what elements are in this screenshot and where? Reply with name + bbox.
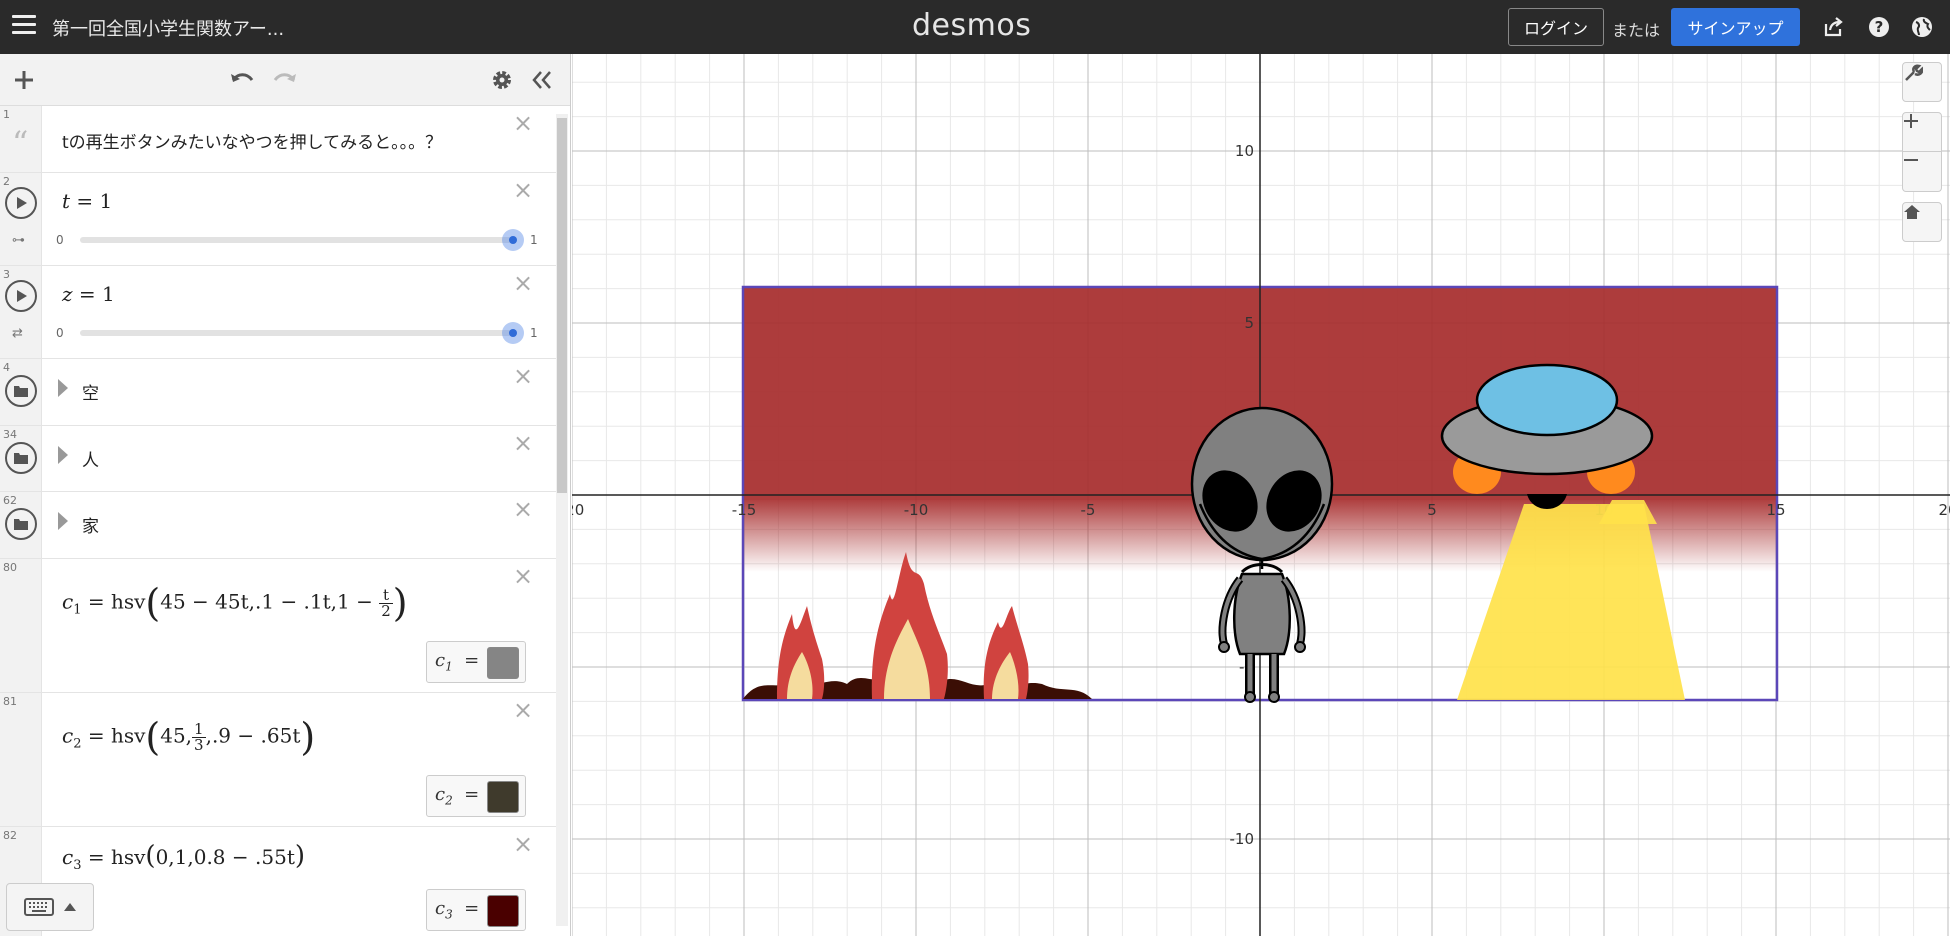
color-swatch[interactable] [487,647,519,679]
expression-slider-z[interactable]: 3 ⇄ z = 1 0 1 × [0,266,556,359]
loop-mode-icon[interactable]: ⊶ [12,233,25,248]
slider-thumb[interactable] [502,322,524,344]
folder-name[interactable]: 空 [82,379,99,404]
keyboard-toggle-button[interactable] [6,883,94,931]
caret-up-icon [64,903,76,911]
graph-paper[interactable]: -20-15-10-55101520105-5-10 [572,54,1950,936]
expression-c1[interactable]: 80 c1 = hsv(45 − 45t,.1 − .1t,1 − t 2) c1… [0,559,556,693]
x-tick-label: -20 [572,501,584,519]
slider-max[interactable]: 1 [530,233,538,247]
keyboard-icon [24,898,54,916]
plus-icon[interactable] [10,66,38,94]
svg-text:?: ? [1875,18,1884,36]
color-swatch[interactable] [487,781,519,813]
folder-name[interactable]: 家 [82,512,99,537]
play-icon[interactable] [5,280,37,312]
double-chevron-left-icon[interactable] [528,66,556,94]
hamburger-icon[interactable] [12,15,36,39]
variable-value: = 1 [76,189,113,213]
redo-icon[interactable] [271,66,299,94]
slider-track[interactable] [80,330,512,336]
zoom-out-button[interactable] [1902,152,1942,192]
share-icon[interactable] [1821,14,1847,40]
expand-arrow-icon[interactable] [58,446,68,464]
bounce-mode-icon[interactable]: ⇄ [12,326,23,341]
folder-icon[interactable] [5,375,37,407]
expand-arrow-icon[interactable] [58,379,68,397]
minus-icon [1904,159,1918,161]
help-icon[interactable]: ? [1866,14,1892,40]
color-swatch[interactable] [487,895,519,927]
delete-icon[interactable]: × [512,564,534,588]
play-icon[interactable] [5,187,37,219]
delete-icon[interactable]: × [512,497,534,521]
expression-math[interactable]: c1 = hsv(45 − 45t,.1 − .1t,1 − t 2) [62,581,408,625]
expression-slider-t[interactable]: 2 ⊶ t = 1 0 1 × [0,173,556,266]
color-swatch-c1[interactable]: c1 = [426,641,526,683]
folder-house[interactable]: 62 家 × [0,492,556,559]
undo-icon[interactable] [228,66,256,94]
expression-toolbar [0,54,570,106]
slider-min[interactable]: 0 [56,326,64,340]
expression-math[interactable]: c3 = hsv(0,1,0.8 − .55t) [62,841,305,873]
folder-name[interactable]: 人 [82,446,99,471]
y-tick-label: 5 [1244,314,1254,332]
signup-button[interactable]: サインアップ [1671,8,1800,46]
x-tick-label: 20 [1938,501,1950,519]
globe-icon[interactable] [1909,14,1935,40]
wrench-icon[interactable] [1902,62,1942,102]
slider-max[interactable]: 1 [530,326,538,340]
expression-gutter: 1 “ [0,106,42,172]
slider-min[interactable]: 0 [56,233,64,247]
fire-drawing [743,552,1092,699]
expression-math[interactable]: c2 = hsv(45, 1 3 ,.9 − .65t) [62,715,315,759]
folder-sky[interactable]: 4 空 × [0,359,556,426]
x-tick-label: -15 [732,501,757,519]
x-tick-label: -5 [1081,501,1096,519]
variable-value: = 1 [78,282,115,306]
document-title[interactable]: 第一回全国小学生関数アー... [52,15,284,41]
x-tick-label: 15 [1766,501,1785,519]
color-swatch-c2[interactable]: c2 = [426,775,526,817]
top-bar: 第一回全国小学生関数アー... desmos ログイン または サインアップ ? [0,0,1950,54]
variable-name: t [62,189,71,213]
expression-scrollbar[interactable] [556,114,568,926]
folder-icon[interactable] [5,508,37,540]
delete-icon[interactable]: × [512,271,534,295]
delete-icon[interactable]: × [512,111,534,135]
note-quote-icon: “ [12,124,29,162]
color-swatch-c3[interactable]: c3 = [426,889,526,931]
delete-icon[interactable]: × [512,832,534,856]
expand-arrow-icon[interactable] [58,512,68,530]
or-label: または [1612,21,1661,40]
slider-thumb[interactable] [502,229,524,251]
expression-c2[interactable]: 81 c2 = hsv(45, 1 3 ,.9 − .65t) c2 = × [0,693,556,827]
delete-icon[interactable]: × [512,178,534,202]
variable-name: z [62,282,73,306]
folder-person[interactable]: 34 人 × [0,426,556,492]
note-text[interactable]: tの再生ボタンみたいなやつを押してみると。。。？ [62,128,442,153]
plus-icon [1904,114,1918,128]
slider-track[interactable] [80,237,512,243]
expression-note[interactable]: 1 “ tの再生ボタンみたいなやつを押してみると。。。？ × [0,106,556,173]
login-button[interactable]: ログイン [1508,8,1604,46]
expression-list: 1 “ tの再生ボタンみたいなやつを押してみると。。。？ × 2 ⊶ t = 1… [0,106,556,936]
gear-icon[interactable] [488,66,516,94]
y-tick-label: 10 [1235,142,1254,160]
delete-icon[interactable]: × [512,431,534,455]
folder-icon[interactable] [5,442,37,474]
desmos-logo: desmos [912,8,1032,43]
y-tick-label: -10 [1230,830,1255,848]
delete-icon[interactable]: × [512,364,534,388]
expression-panel: 1 “ tの再生ボタンみたいなやつを押してみると。。。？ × 2 ⊶ t = 1… [0,54,571,936]
scrollbar-thumb[interactable] [557,118,567,493]
x-tick-label: -10 [904,501,929,519]
delete-icon[interactable]: × [512,698,534,722]
x-tick-label: 5 [1427,501,1437,519]
zoom-in-button[interactable] [1902,112,1942,152]
home-icon[interactable] [1902,202,1942,242]
